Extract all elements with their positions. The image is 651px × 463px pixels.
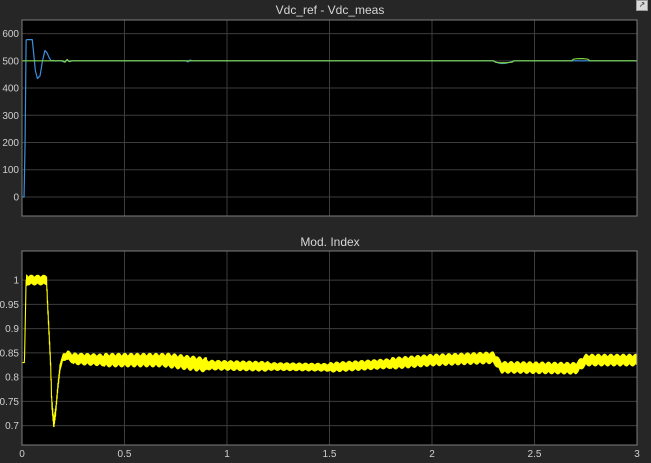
panel-mod-index-xtick-label: 2 [429,449,435,460]
panel-mod-index-title: Mod. Index [300,235,359,249]
panel-vdc-title: Vdc_ref - Vdc_meas [276,3,385,17]
panel-vdc-ytick-label: 300 [2,111,19,122]
panel-mod-index-ytick-label: 0.7 [5,421,19,432]
panel-mod-index-ytick-label: 0.8 [5,373,19,384]
panel-vdc: Vdc_ref - Vdc_meas 0 100 200 300 400 500 600 [2,3,638,217]
panel-mod-index-xtick-label: 0 [19,449,25,460]
panel-vdc-ytick-label: 400 [2,84,19,95]
panel-mod-index-ytick-label: 1 [13,276,19,287]
scope-figure: Vdc_ref - Vdc_meas 0 100 200 300 400 500 600 M… [0,3,640,460]
panel-mod-index-xtick-label: 1.5 [323,449,337,460]
panel-mod-index-ytick-label: 0.9 [5,324,19,335]
panel-vdc-ytick-label: 600 [2,29,19,40]
panel-vdc-ytick-label: 200 [2,138,19,149]
panel-vdc-ytick-label: 0 [13,192,19,203]
panel-mod-index-xtick-label: 0.5 [118,449,132,460]
panel-mod-index-ytick-label: 0.85 [0,348,19,359]
panel-vdc-ytick-label: 100 [2,165,19,176]
panel-mod-index-ytick-label: 0.75 [0,397,19,408]
panel-mod-index-ytick-label: 0.95 [0,300,19,311]
panel-vdc-ytick-label: 500 [2,56,19,67]
panel-mod-index-xtick-label: 2.5 [528,449,542,460]
panel-mod-index-xtick-label: 3 [634,449,640,460]
panel-mod-index: Mod. Index 0 0.5 1 1.5 2 2.5 3 0.7 0.75 0.8 0.85 0.… [0,235,640,460]
restore-arrow-icon[interactable]: ↗ [636,0,648,11]
panel-mod-index-xtick-label: 1 [224,449,230,460]
